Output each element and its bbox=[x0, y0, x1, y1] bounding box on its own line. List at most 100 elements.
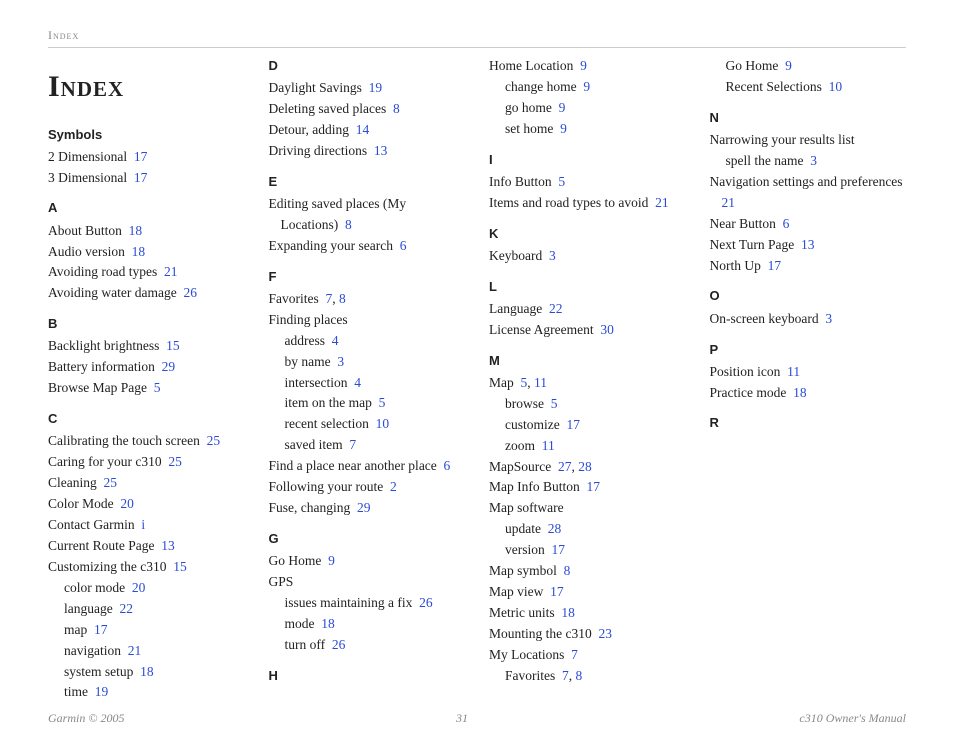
page-link[interactable]: 5 bbox=[379, 395, 386, 410]
page-link[interactable]: 27 bbox=[558, 459, 572, 474]
page-link[interactable]: 11 bbox=[542, 438, 555, 453]
page-link[interactable]: 10 bbox=[376, 416, 390, 431]
page-link[interactable]: 8 bbox=[576, 668, 583, 683]
page-link[interactable]: 7 bbox=[326, 291, 333, 306]
index-entry-text: Detour, adding bbox=[269, 122, 349, 137]
page-link[interactable]: 13 bbox=[161, 538, 175, 553]
index-entry-text: issues maintaining a fix bbox=[285, 595, 413, 610]
index-section-heading: K bbox=[489, 224, 686, 244]
page-link[interactable]: 17 bbox=[550, 584, 564, 599]
page-link[interactable]: 5 bbox=[521, 375, 528, 390]
page-link[interactable]: 11 bbox=[534, 375, 547, 390]
index-entry-text: set home bbox=[505, 121, 553, 136]
page-link[interactable]: 4 bbox=[332, 333, 339, 348]
index-entry: Map software bbox=[489, 498, 686, 519]
page-link[interactable]: 8 bbox=[345, 217, 352, 232]
page-link[interactable]: 18 bbox=[793, 385, 807, 400]
index-entry-text: Go Home bbox=[726, 58, 779, 73]
page-link[interactable]: 9 bbox=[580, 58, 587, 73]
page-link[interactable]: 11 bbox=[787, 364, 800, 379]
index-entry: recent selection 10 bbox=[269, 414, 466, 435]
page-link[interactable]: 25 bbox=[168, 454, 182, 469]
page-link[interactable]: 3 bbox=[825, 311, 832, 326]
page-link[interactable]: 13 bbox=[374, 143, 388, 158]
page-link[interactable]: 7 bbox=[571, 647, 578, 662]
page-link[interactable]: 8 bbox=[393, 101, 400, 116]
page-link[interactable]: 30 bbox=[600, 322, 614, 337]
page-link[interactable]: 9 bbox=[559, 100, 566, 115]
page-link[interactable]: 26 bbox=[332, 637, 346, 652]
page-link[interactable]: 21 bbox=[655, 195, 669, 210]
index-entry-text: Items and road types to avoid bbox=[489, 195, 648, 210]
page-link[interactable]: 17 bbox=[134, 170, 148, 185]
page-link[interactable]: 3 bbox=[810, 153, 817, 168]
page-link[interactable]: 29 bbox=[162, 359, 176, 374]
index-entry-text: Caring for your c310 bbox=[48, 454, 162, 469]
page-link[interactable]: 3 bbox=[549, 248, 556, 263]
index-entry: My Locations 7 bbox=[489, 645, 686, 666]
page-link[interactable]: 6 bbox=[444, 458, 451, 473]
page-link[interactable]: 17 bbox=[768, 258, 782, 273]
page-link[interactable]: 22 bbox=[119, 601, 133, 616]
page-link[interactable]: i bbox=[141, 517, 145, 532]
page-link[interactable]: 18 bbox=[561, 605, 575, 620]
page-link[interactable]: 2 bbox=[390, 479, 397, 494]
page-link[interactable]: 23 bbox=[599, 626, 613, 641]
page-link[interactable]: 18 bbox=[132, 244, 146, 259]
page-link[interactable]: 4 bbox=[354, 375, 361, 390]
index-entry-text: mode bbox=[285, 616, 315, 631]
page-link[interactable]: 26 bbox=[419, 595, 433, 610]
page-link[interactable]: 19 bbox=[95, 684, 109, 699]
page-link[interactable]: 18 bbox=[129, 223, 143, 238]
page-link[interactable]: 21 bbox=[164, 264, 178, 279]
page-link[interactable]: 19 bbox=[369, 80, 383, 95]
page-link[interactable]: 10 bbox=[829, 79, 843, 94]
page-link[interactable]: 7 bbox=[349, 437, 356, 452]
page-link[interactable]: 17 bbox=[587, 479, 601, 494]
index-entry: zoom 11 bbox=[489, 436, 686, 457]
page-link[interactable]: 25 bbox=[207, 433, 221, 448]
page-link[interactable]: 29 bbox=[357, 500, 371, 515]
index-entry-text: Navigation settings and preferences bbox=[710, 174, 903, 189]
page-link[interactable]: 6 bbox=[783, 216, 790, 231]
page-link[interactable]: 17 bbox=[134, 149, 148, 164]
page-link[interactable]: 28 bbox=[578, 459, 592, 474]
page-link[interactable]: 15 bbox=[173, 559, 187, 574]
page-link[interactable]: 17 bbox=[566, 417, 580, 432]
index-entry: Narrowing your results list bbox=[710, 130, 907, 151]
page-link[interactable]: 18 bbox=[140, 664, 154, 679]
page-link[interactable]: 5 bbox=[558, 174, 565, 189]
page-link[interactable]: 26 bbox=[183, 285, 197, 300]
page-link[interactable]: 8 bbox=[339, 291, 346, 306]
index-entry: Favorites 7, 8 bbox=[489, 666, 686, 687]
index-entry-text: item on the map bbox=[285, 395, 372, 410]
index-entry: On-screen keyboard 3 bbox=[710, 309, 907, 330]
page-link[interactable]: 22 bbox=[549, 301, 563, 316]
page-link[interactable]: 9 bbox=[560, 121, 567, 136]
page-link[interactable]: 17 bbox=[94, 622, 108, 637]
page-link[interactable]: 20 bbox=[132, 580, 146, 595]
index-entry-text: Next Turn Page bbox=[710, 237, 795, 252]
index-entry-text: update bbox=[505, 521, 541, 536]
page-link[interactable]: 17 bbox=[552, 542, 566, 557]
page-link[interactable]: 15 bbox=[166, 338, 180, 353]
page-link[interactable]: 8 bbox=[564, 563, 571, 578]
page-link[interactable]: 9 bbox=[328, 553, 335, 568]
page-link[interactable]: 6 bbox=[400, 238, 407, 253]
page-link[interactable]: 9 bbox=[583, 79, 590, 94]
page-link[interactable]: 5 bbox=[551, 396, 558, 411]
page-link[interactable]: 7 bbox=[562, 668, 569, 683]
page-link[interactable]: 9 bbox=[785, 58, 792, 73]
page-link[interactable]: 13 bbox=[801, 237, 815, 252]
page-link[interactable]: 25 bbox=[104, 475, 118, 490]
page-link[interactable]: 28 bbox=[548, 521, 562, 536]
page-link[interactable]: 5 bbox=[154, 380, 161, 395]
page-link[interactable]: 14 bbox=[356, 122, 370, 137]
page-link[interactable]: 18 bbox=[321, 616, 335, 631]
page-link[interactable]: 21 bbox=[128, 643, 142, 658]
index-entry-text: customize bbox=[505, 417, 560, 432]
page-link[interactable]: 3 bbox=[337, 354, 344, 369]
index-entry-text: Fuse, changing bbox=[269, 500, 351, 515]
page-link[interactable]: 20 bbox=[120, 496, 134, 511]
page-link[interactable]: 21 bbox=[722, 195, 736, 210]
